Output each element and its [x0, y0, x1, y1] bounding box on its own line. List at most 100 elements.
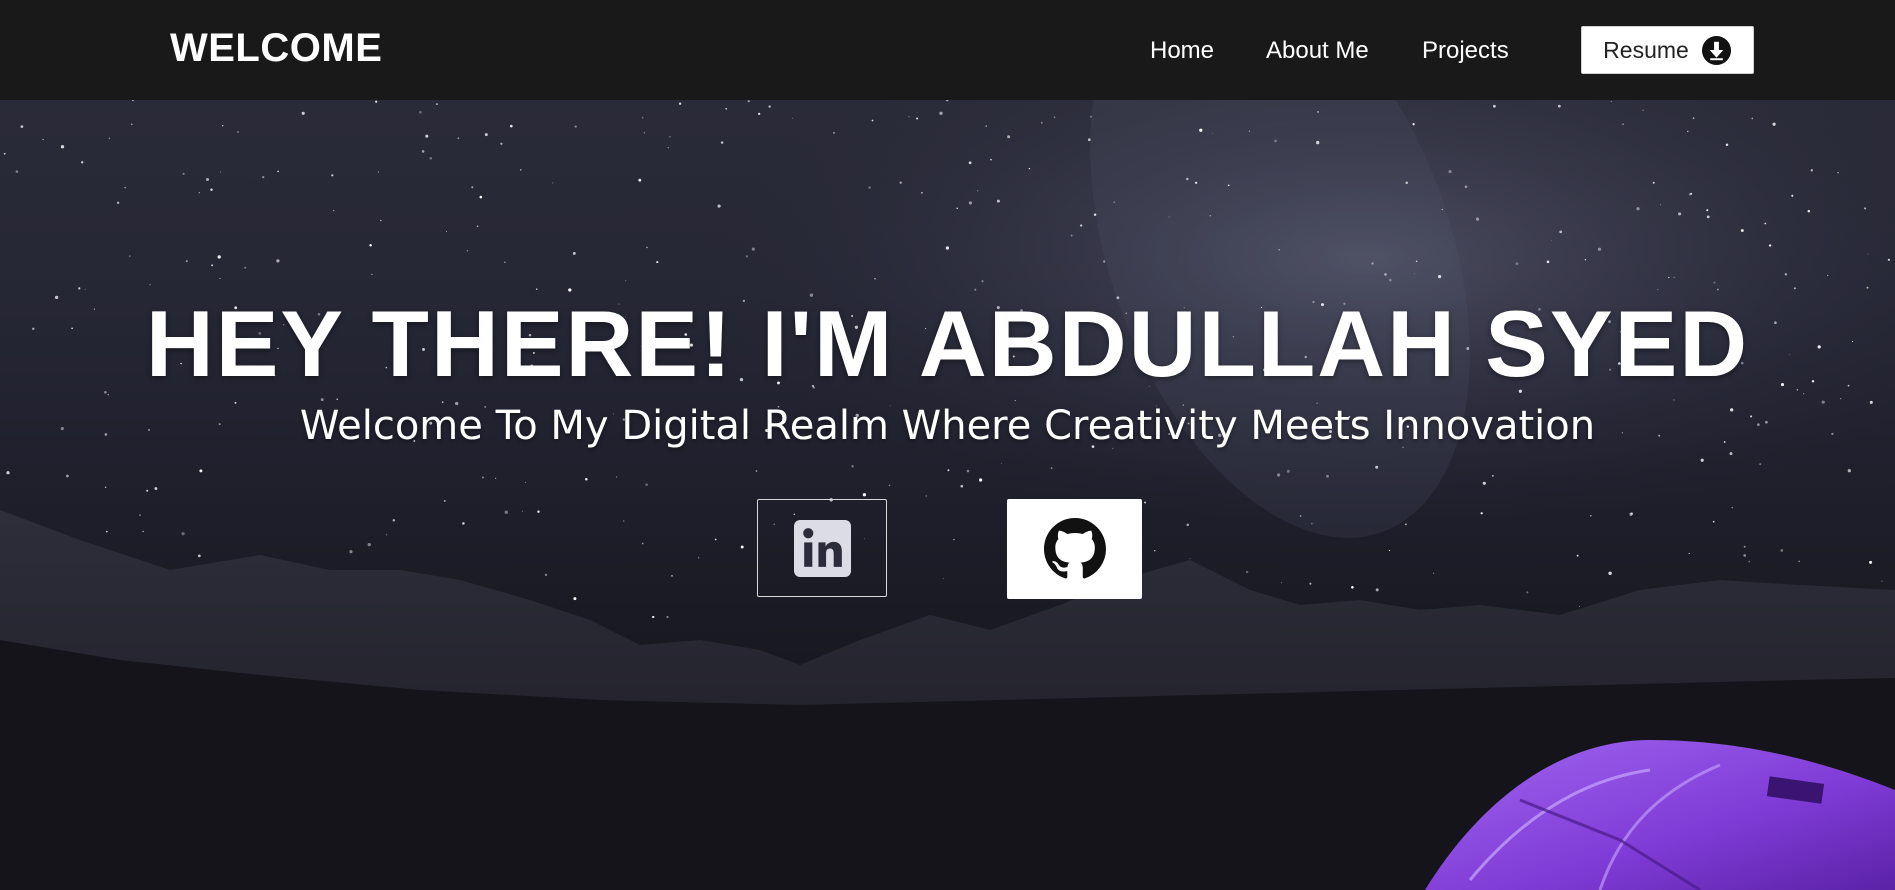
star	[149, 283, 151, 286]
star	[990, 158, 992, 161]
star	[197, 554, 201, 558]
star	[1375, 465, 1379, 469]
star	[585, 477, 588, 481]
star	[1673, 399, 1675, 401]
star	[667, 147, 669, 149]
star	[574, 125, 577, 128]
nav-link-about-me[interactable]: About Me	[1266, 37, 1369, 65]
brand-logo[interactable]: WELCOME	[170, 26, 382, 71]
star	[104, 486, 107, 488]
star	[1351, 586, 1354, 589]
star	[1404, 523, 1407, 526]
star	[862, 493, 867, 497]
star	[277, 170, 279, 173]
hero-section: HEY THERE! I'M ABDULLAH SYED Welcome To …	[0, 100, 1895, 890]
star	[981, 280, 984, 283]
star	[625, 280, 627, 282]
star	[199, 469, 203, 473]
star	[443, 499, 446, 502]
star	[198, 192, 200, 194]
star	[1482, 481, 1486, 485]
star	[942, 578, 944, 579]
star	[1413, 273, 1415, 275]
star	[868, 186, 871, 189]
star	[375, 100, 378, 103]
star	[66, 474, 69, 478]
star	[747, 100, 750, 103]
star	[573, 597, 577, 601]
star	[1070, 234, 1073, 237]
star	[237, 131, 239, 133]
star	[1371, 262, 1374, 265]
star	[1759, 463, 1762, 466]
star	[669, 136, 671, 138]
github-button[interactable]	[1007, 499, 1142, 599]
star	[6, 471, 10, 475]
star	[1388, 549, 1391, 552]
star	[1000, 462, 1002, 464]
resume-button[interactable]: Resume	[1581, 26, 1754, 74]
star	[622, 520, 625, 522]
star	[471, 186, 474, 189]
star	[960, 484, 964, 488]
star	[1316, 140, 1320, 145]
star	[1546, 260, 1550, 264]
star	[320, 398, 324, 402]
star	[1493, 104, 1496, 108]
hero-subtitle: Welcome To My Digital Realm Where Creati…	[299, 403, 1596, 449]
hero-background-image	[0, 100, 1895, 890]
star	[720, 141, 724, 144]
linkedin-button[interactable]	[757, 499, 887, 597]
download-circle-icon	[1701, 35, 1731, 65]
star	[524, 481, 526, 483]
star	[1245, 570, 1249, 574]
star	[219, 171, 221, 173]
star	[1622, 123, 1625, 126]
star	[1847, 469, 1851, 473]
star	[1827, 274, 1829, 277]
star	[219, 277, 221, 279]
star	[1195, 181, 1198, 184]
star	[1280, 582, 1282, 584]
star	[1687, 130, 1689, 133]
star	[1154, 550, 1156, 552]
star	[1690, 192, 1693, 195]
star	[462, 522, 465, 525]
star	[479, 195, 483, 199]
star	[130, 123, 133, 126]
github-icon	[1043, 518, 1106, 579]
star	[1881, 580, 1883, 582]
star	[1040, 121, 1043, 124]
star	[1475, 217, 1480, 221]
star	[181, 532, 185, 536]
star	[968, 201, 972, 205]
star	[377, 171, 380, 173]
star	[968, 161, 972, 165]
nav-link-home[interactable]: Home	[1150, 37, 1214, 65]
star	[656, 261, 659, 264]
star	[833, 132, 835, 134]
star	[1227, 184, 1230, 187]
star	[484, 133, 488, 137]
star	[1515, 262, 1519, 265]
star	[380, 219, 382, 222]
star	[60, 145, 65, 149]
star	[643, 132, 646, 134]
star	[419, 110, 422, 114]
star	[349, 550, 353, 554]
star	[1700, 458, 1704, 462]
star	[1437, 274, 1442, 279]
star	[211, 264, 214, 267]
star	[1579, 605, 1581, 607]
star	[425, 134, 429, 138]
nav-link-projects[interactable]: Projects	[1422, 37, 1509, 65]
star	[678, 102, 682, 105]
star	[1740, 229, 1744, 232]
star	[1731, 506, 1734, 509]
star	[1286, 469, 1290, 473]
star	[1673, 276, 1675, 279]
star	[1810, 169, 1813, 172]
star	[1053, 116, 1056, 119]
star	[616, 476, 618, 478]
star	[1464, 185, 1468, 188]
